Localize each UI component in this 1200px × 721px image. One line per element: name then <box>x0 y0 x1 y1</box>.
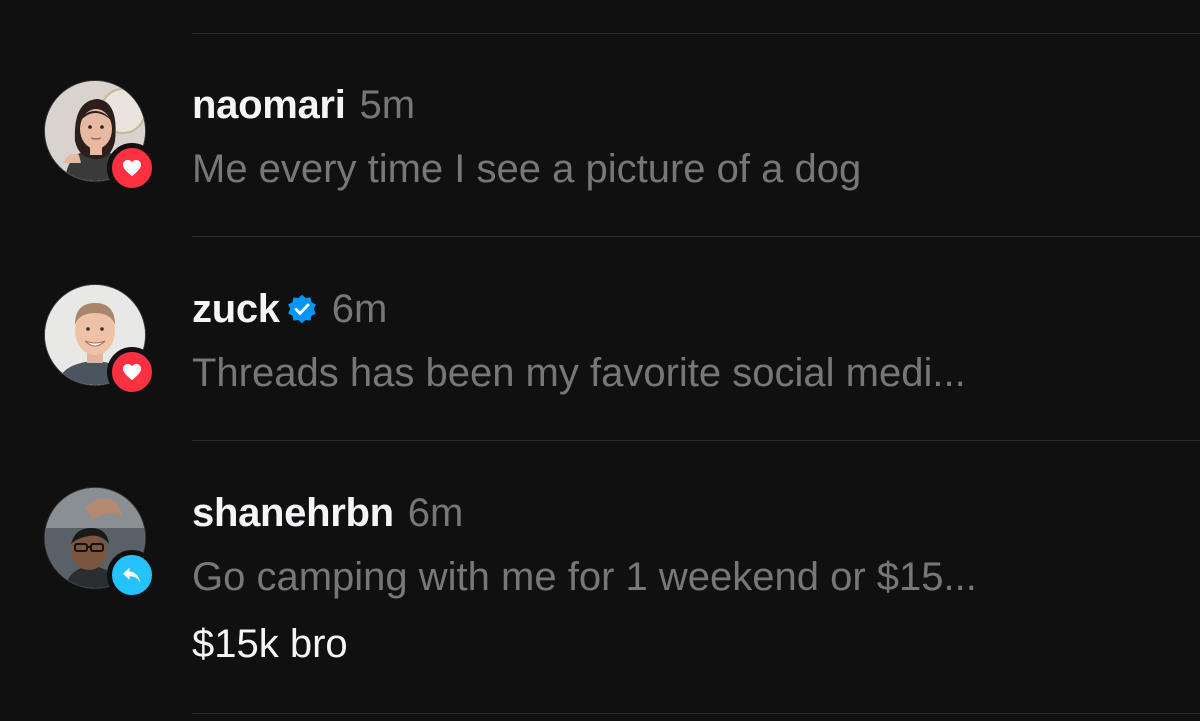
reply-text[interactable]: $15k bro <box>192 620 348 668</box>
reply-arrow-icon <box>123 567 141 583</box>
divider <box>192 713 1200 714</box>
username-line: shanehrbn 6m <box>192 489 463 537</box>
username[interactable]: shanehrbn <box>192 489 394 537</box>
reply-badge <box>107 550 157 600</box>
avatar-container[interactable] <box>44 487 157 600</box>
activity-item[interactable]: shanehrbn 6m Go camping with me for 1 we… <box>0 0 1200 713</box>
timestamp: 6m <box>407 491 464 535</box>
post-preview[interactable]: Go camping with me for 1 weekend or $15.… <box>192 553 977 601</box>
